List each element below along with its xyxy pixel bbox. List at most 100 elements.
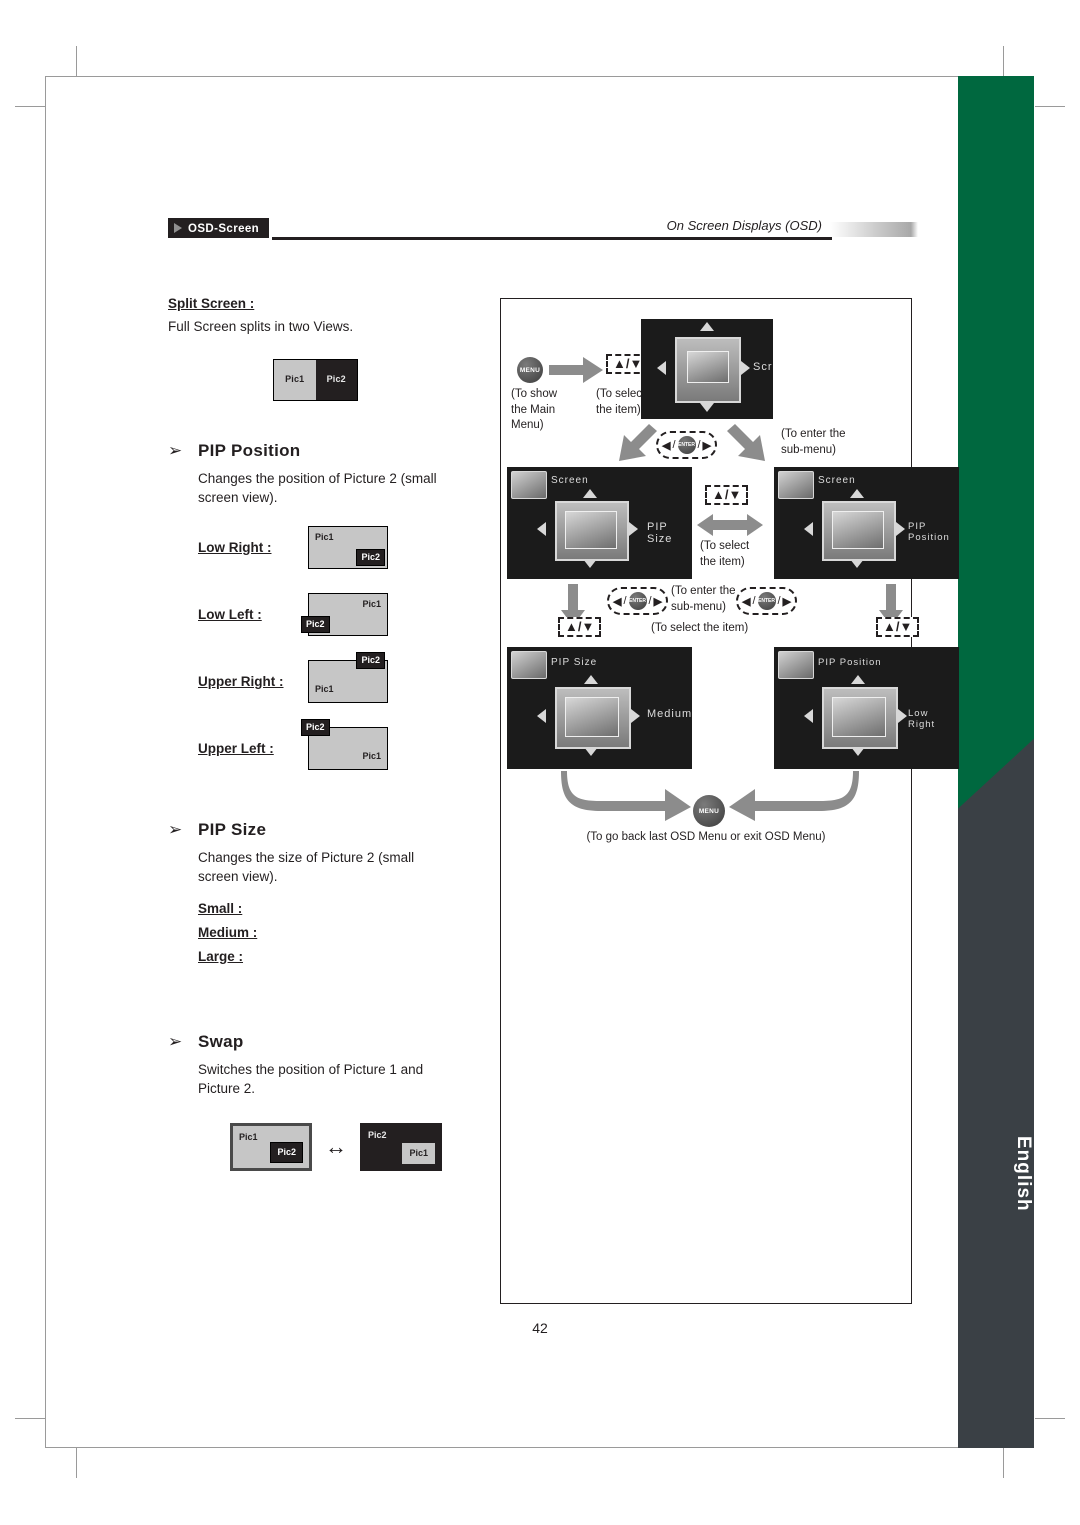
swap-after-sub-tag: Pic1 xyxy=(402,1142,435,1164)
osd-flow-panel: MENU ▲/▼ (To show the Main Menu) (To sel… xyxy=(500,298,959,1304)
screenshot-main-menu: Screen xyxy=(641,319,773,419)
screenshot-pip-size-sub: PIP Size Medium xyxy=(507,647,692,769)
pip-position-title: PIP Position xyxy=(198,440,301,460)
screen-pip-size-sub-value: Medium xyxy=(647,708,692,720)
pip-option-label-text: Upper Right : xyxy=(198,673,284,689)
updown-selector-3[interactable]: ▲/▼ xyxy=(558,617,602,637)
pip-size-option-medium: Medium : xyxy=(198,925,468,940)
curved-arrow-left-to-menu xyxy=(561,771,691,821)
screen-pip-size-value: PIP Size xyxy=(647,521,673,545)
screen-pip-size-title: Screen xyxy=(551,475,589,486)
pip-position-heading: ➢ PIP Position xyxy=(168,441,468,461)
pip-option-label-text: Upper Left : xyxy=(198,740,274,756)
pip-size-option-small: Small : xyxy=(198,901,468,916)
screen-corner-icon-3 xyxy=(511,651,547,679)
triangle-icon xyxy=(174,223,182,233)
updown-selector-2[interactable]: ▲/▼ xyxy=(705,485,749,505)
screen-pip-position-sub-value: Low Right xyxy=(908,708,936,730)
pip-position-option-upper-left: Upper Left : Pic2 Pic1 xyxy=(198,718,468,770)
split-screen-left-half: Pic1 xyxy=(274,359,316,400)
enter-button-1[interactable]: ENTER xyxy=(677,436,696,454)
enter-button-2[interactable]: ENTER xyxy=(628,592,647,610)
pip-main-tag: Pic1 xyxy=(315,531,334,542)
right-arrow-icon: ▶ xyxy=(782,595,792,608)
crop-mark-bottom-right xyxy=(1003,1448,1004,1478)
caption-enter-submenu-1: (To enter the sub-menu) xyxy=(781,428,846,456)
screen-corner-icon-1 xyxy=(511,471,547,499)
pip-main-tag: Pic1 xyxy=(362,598,381,609)
pip-position-option-upper-right: Upper Right : Pic2 Pic1 xyxy=(198,651,468,703)
split-screen-diagram: Pic1 Pic2 xyxy=(273,358,358,401)
pip-position-description: Changes the position of Picture 2 (small… xyxy=(198,470,437,506)
menu-button-bottom[interactable]: MENU xyxy=(693,795,725,827)
updown-selector-4[interactable]: ▲/▼ xyxy=(876,617,920,637)
bullet-arrow-icon: ➢ xyxy=(168,440,183,460)
pip-size-option-label: Small : xyxy=(198,900,243,916)
pip-size-description: Changes the size of Picture 2 (small scr… xyxy=(198,849,415,885)
split-screen-block: Split Screen : Full Screen splits in two… xyxy=(168,296,468,401)
pip-size-heading: ➢ PIP Size xyxy=(168,820,468,840)
pip-diagram-low-right: Pic1 Pic2 xyxy=(308,525,388,569)
menu-button-top[interactable]: MENU xyxy=(517,357,543,383)
enter-control-3[interactable]: ◀ / ENTER / ▶ xyxy=(736,587,798,615)
left-arrow-icon: ◀ xyxy=(742,595,751,608)
section-badge: OSD-Screen xyxy=(168,218,270,238)
slash-2: / xyxy=(697,439,701,451)
slash-6: / xyxy=(777,595,781,607)
header-rule xyxy=(272,237,832,240)
caption-select-item-2: (To select the item) xyxy=(700,540,750,568)
pip-sub-tag: Pic2 xyxy=(301,718,330,736)
pip-size-title: PIP Size xyxy=(198,819,267,839)
crop-mark-bottom-left xyxy=(76,1448,77,1478)
panel-footer-caption: (To go back last OSD Menu or exit OSD Me… xyxy=(586,831,826,843)
screen-corner-icon-4 xyxy=(778,651,814,679)
screenshot-pip-position-sub: PIP Position Low Right xyxy=(774,647,959,769)
page-number: 42 xyxy=(532,1320,548,1336)
left-content-column: Split Screen : Full Screen splits in two… xyxy=(168,296,468,1171)
right-arrow-icon: ▶ xyxy=(653,595,663,608)
screen-pip-position-value: PIP Position xyxy=(908,521,950,543)
arrow-double-horizontal-icon xyxy=(697,514,763,536)
caption-select-item-1: (To select the item) xyxy=(596,388,646,416)
header-chapter-title: On Screen Displays (OSD) xyxy=(666,218,822,233)
pip-position-option-low-left: Low Left : Pic1 Pic2 xyxy=(198,592,468,636)
page-header: OSD-Screen On Screen Displays (OSD) xyxy=(168,218,918,244)
caption-enter-submenu-2: (To enter the sub-menu) xyxy=(671,585,736,613)
section-badge-label: OSD-Screen xyxy=(188,223,260,235)
swap-diagram-after: Pic2 Pic1 xyxy=(360,1122,442,1171)
swap-before-main-tag: Pic1 xyxy=(239,1131,258,1142)
swap-after-main-tag: Pic2 xyxy=(368,1129,387,1140)
crop-mark-left-top xyxy=(15,106,45,107)
pip-position-option-low-right: Low Right : Pic1 Pic2 xyxy=(198,525,468,569)
crop-mark-top-right xyxy=(1003,46,1004,76)
caption-show-main-menu: (To show the Main Menu) xyxy=(511,388,558,432)
language-side-band: English xyxy=(958,76,1034,1448)
swap-description: Switches the position of Picture 1 and P… xyxy=(198,1061,424,1097)
left-arrow-icon: ◀ xyxy=(662,439,671,452)
bullet-arrow-icon: ➢ xyxy=(168,1031,183,1051)
swap-heading: ➢ Swap xyxy=(168,1032,468,1052)
language-label: English xyxy=(1013,1136,1034,1212)
screenshot-pip-size-menu: Screen PIP Size xyxy=(507,467,692,579)
enter-control-1[interactable]: ◀ / ENTER / ▶ xyxy=(656,431,718,459)
screenshot-pip-position-menu: Screen PIP Position xyxy=(774,467,959,579)
split-screen-right-half: Pic2 xyxy=(315,359,357,400)
right-arrow-icon: ▶ xyxy=(702,439,712,452)
swap-arrow-icon: ↔ xyxy=(325,1133,347,1159)
left-arrow-icon: ◀ xyxy=(613,595,622,608)
pip-option-label: Upper Left : xyxy=(198,741,308,756)
split-screen-left-tag: Pic1 xyxy=(285,374,305,385)
pip-sub-tag: Pic2 xyxy=(356,651,385,669)
enter-control-2[interactable]: ◀ / ENTER / ▶ xyxy=(607,587,669,615)
split-screen-right-tag: Pic2 xyxy=(326,374,346,385)
slash-3: / xyxy=(623,595,627,607)
crop-mark-right-bottom xyxy=(1035,1418,1065,1419)
enter-button-3[interactable]: ENTER xyxy=(757,592,776,610)
screen-corner-icon-2 xyxy=(778,471,814,499)
header-gradient-bar xyxy=(830,222,918,237)
pip-option-label: Low Right : xyxy=(198,540,308,555)
pip-option-label-text: Low Right : xyxy=(198,539,272,555)
pip-main-tag: Pic1 xyxy=(315,683,334,694)
slash-1: / xyxy=(672,439,676,451)
screen-pip-position-sub-title: PIP Position xyxy=(818,657,882,668)
